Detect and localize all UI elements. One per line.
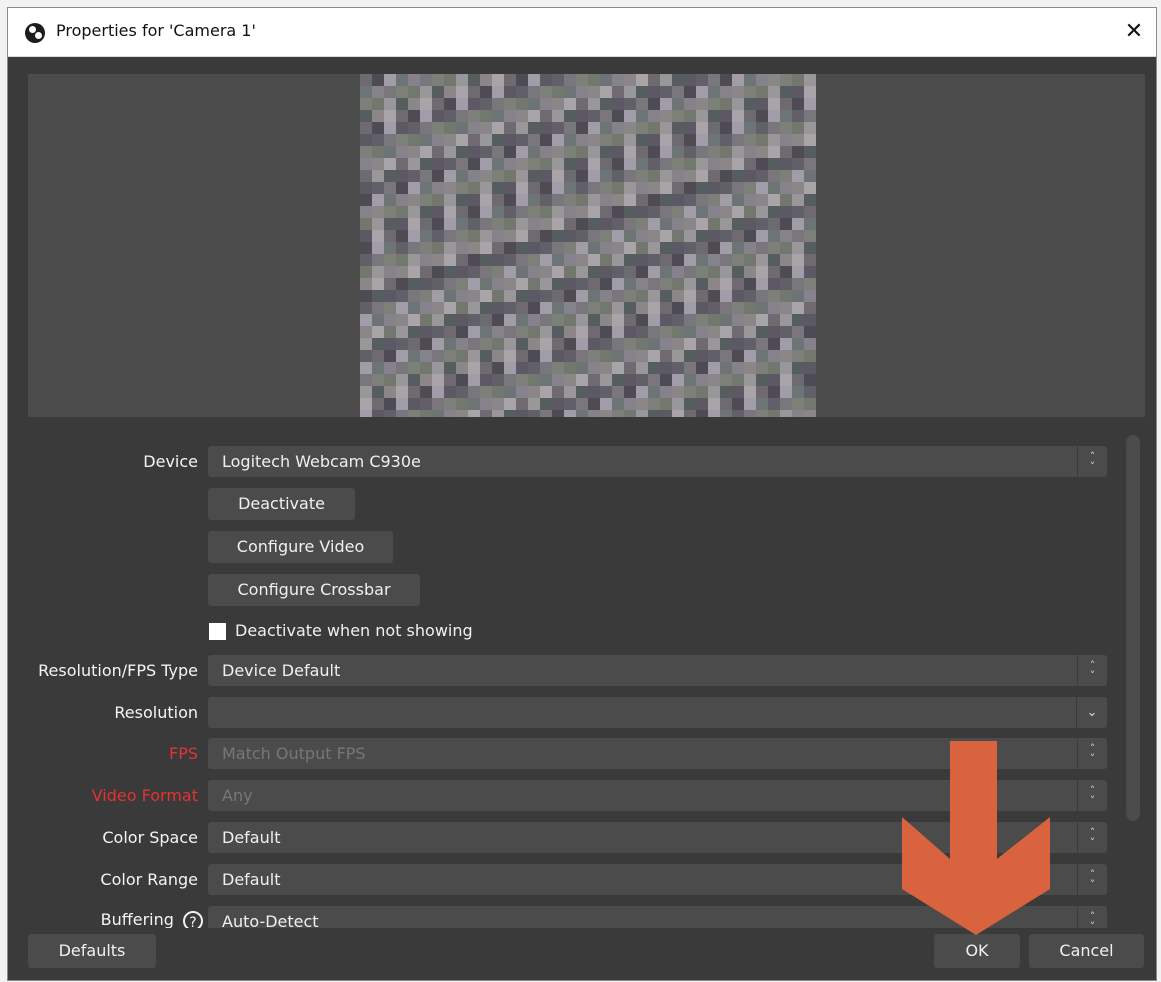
cancel-button[interactable]: Cancel bbox=[1029, 934, 1144, 968]
color-range-label: Color Range bbox=[100, 870, 198, 889]
resolution-fps-type-label: Resolution/FPS Type bbox=[38, 661, 198, 680]
buffering-value: Auto-Detect bbox=[222, 912, 319, 928]
preview-pixel-grid bbox=[360, 74, 816, 417]
ok-button[interactable]: OK bbox=[934, 934, 1020, 968]
color-range-value: Default bbox=[222, 870, 281, 889]
color-space-value: Default bbox=[222, 828, 281, 847]
device-select[interactable]: Logitech Webcam C930e ˄ ˅ bbox=[208, 446, 1107, 477]
color-range-select[interactable]: Default ˄ ˅ bbox=[208, 864, 1107, 895]
device-label: Device bbox=[143, 452, 198, 471]
fps-select[interactable]: Match Output FPS ˄ ˅ bbox=[208, 738, 1107, 769]
resolution-fps-type-value: Device Default bbox=[222, 661, 341, 680]
resolution-fps-type-select[interactable]: Device Default ˄ ˅ bbox=[208, 655, 1107, 686]
help-icon[interactable]: ? bbox=[183, 910, 203, 928]
spin-arrows-icon: ˄ ˅ bbox=[1077, 446, 1107, 477]
pixelated-camera-image bbox=[360, 74, 816, 417]
properties-form: Device Logitech Webcam C930e ˄ ˅ Deactiva… bbox=[8, 428, 1128, 928]
close-button[interactable]: ✕ bbox=[1120, 18, 1148, 46]
deactivate-when-not-showing-label: Deactivate when not showing bbox=[235, 621, 473, 640]
video-format-value: Any bbox=[222, 786, 253, 805]
video-format-select[interactable]: Any ˄ ˅ bbox=[208, 780, 1107, 811]
fps-value: Match Output FPS bbox=[222, 744, 366, 763]
spin-arrows-icon: ˄ ˅ bbox=[1077, 738, 1107, 769]
device-value: Logitech Webcam C930e bbox=[222, 452, 421, 471]
spin-arrows-icon: ˄ ˅ bbox=[1077, 906, 1107, 928]
configure-crossbar-button[interactable]: Configure Crossbar bbox=[208, 574, 420, 606]
resolution-label: Resolution bbox=[114, 703, 198, 722]
obs-logo-icon bbox=[25, 23, 45, 43]
chevron-down-icon: ⌄ bbox=[1076, 697, 1107, 728]
properties-dialog: Properties for 'Camera 1' ✕ Device Logit… bbox=[7, 7, 1157, 981]
color-space-select[interactable]: Default ˄ ˅ bbox=[208, 822, 1107, 853]
vertical-scrollbar[interactable] bbox=[1126, 435, 1140, 821]
buffering-label: Buffering bbox=[100, 910, 174, 928]
deactivate-button[interactable]: Deactivate bbox=[208, 488, 355, 520]
configure-video-button[interactable]: Configure Video bbox=[208, 531, 393, 563]
fps-label: FPS bbox=[168, 744, 198, 763]
camera-preview bbox=[28, 74, 1145, 417]
buffering-select[interactable]: Auto-Detect ˄ ˅ bbox=[208, 906, 1107, 928]
dialog-title: Properties for 'Camera 1' bbox=[56, 21, 256, 40]
spin-arrows-icon: ˄ ˅ bbox=[1077, 822, 1107, 853]
spin-arrows-icon: ˄ ˅ bbox=[1077, 655, 1107, 686]
resolution-select[interactable]: ⌄ bbox=[208, 697, 1107, 728]
defaults-button[interactable]: Defaults bbox=[28, 934, 156, 968]
color-space-label: Color Space bbox=[102, 828, 198, 847]
title-bar: Properties for 'Camera 1' ✕ bbox=[8, 8, 1156, 57]
deactivate-when-not-showing-checkbox[interactable] bbox=[209, 623, 226, 640]
close-icon: ✕ bbox=[1124, 19, 1144, 44]
spin-arrows-icon: ˄ ˅ bbox=[1077, 864, 1107, 895]
buffering-label-row: Buffering ? bbox=[8, 910, 203, 928]
spin-arrows-icon: ˄ ˅ bbox=[1077, 780, 1107, 811]
video-format-label: Video Format bbox=[91, 786, 198, 805]
